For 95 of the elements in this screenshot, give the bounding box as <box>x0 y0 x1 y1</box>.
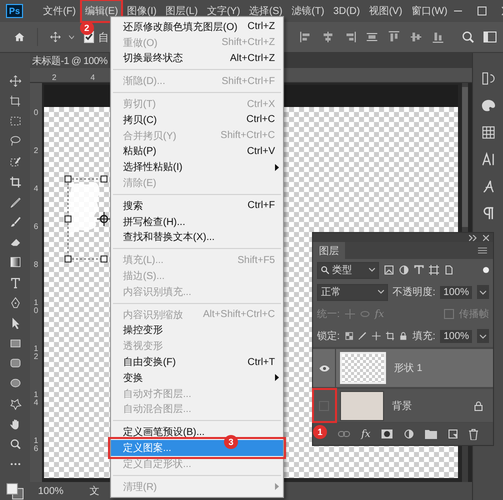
menu-bar-item[interactable]: 滤镜(T) <box>288 1 328 21</box>
menu-item[interactable]: 搜索 Ctrl+F <box>111 198 283 214</box>
shortcut-text: Shift+Ctrl+F <box>222 76 276 87</box>
ruler-number: 4 <box>33 185 39 193</box>
shortcut-text: Shift+Ctrl+Z <box>222 37 276 48</box>
shortcut-text: Shift+F5 <box>237 254 276 266</box>
search-icon[interactable] <box>461 30 475 44</box>
align-top-icon[interactable] <box>387 30 401 44</box>
new-layer-icon[interactable] <box>448 429 458 439</box>
layers-tab[interactable]: 图层 <box>313 242 345 259</box>
shortcut-text: Shift+Ctrl+C <box>220 130 276 142</box>
menu-item[interactable]: 拷贝(C) Ctrl+C <box>111 112 283 128</box>
adjustment-icon[interactable] <box>404 429 414 439</box>
filter-toggle[interactable] <box>483 267 489 273</box>
shortcut-text: Ctrl+Z <box>248 21 276 32</box>
ruler-number: 4 <box>90 73 95 82</box>
filter-dropdown[interactable]: 类型 <box>317 262 379 278</box>
checkbox[interactable] <box>444 309 454 319</box>
distribute-icon[interactable] <box>365 30 379 44</box>
mask-icon[interactable] <box>381 429 394 439</box>
shortcut-text: Ctrl+X <box>246 98 276 110</box>
document-info: 文 <box>90 484 100 498</box>
caret-icon <box>369 268 375 272</box>
search-icon <box>321 266 329 274</box>
menu-item[interactable]: 拼写检查(H)... <box>111 214 283 230</box>
layer-style-button[interactable]: fx <box>361 428 371 440</box>
menu-item[interactable]: 操控变形 <box>111 322 283 338</box>
lock-icon[interactable] <box>399 331 408 341</box>
app-logo: Ps <box>6 4 24 18</box>
collapse-icon[interactable] <box>469 234 477 240</box>
menu-bar-item[interactable]: 3D(D) <box>330 2 363 20</box>
menu-bar-item[interactable]: 窗口(W) <box>408 1 450 21</box>
workspace-icon[interactable] <box>483 30 499 44</box>
eye-icon[interactable] <box>318 364 330 372</box>
blend-mode-dropdown[interactable]: 正常 <box>317 284 388 300</box>
ruler-number: 0 <box>33 109 39 117</box>
scrollbar-thumb[interactable] <box>462 87 468 227</box>
fill-label: 填充: <box>412 330 436 343</box>
opacity-field[interactable]: 100% <box>440 286 472 298</box>
ruler-number: 2 <box>33 147 39 155</box>
opacity-caret-button[interactable] <box>477 285 489 299</box>
ruler-number: 16 <box>33 437 39 453</box>
ruler-number: 8 <box>33 261 39 269</box>
layer-thumbnail <box>340 352 386 384</box>
menu-item[interactable]: 自由变换(F) Ctrl+T <box>111 354 283 370</box>
shortcut-text: Ctrl+F <box>248 200 276 212</box>
shortcut-text: Alt+Shift+Ctrl+C <box>203 309 276 320</box>
caret-icon[interactable] <box>68 34 74 40</box>
ruler-number: 10 <box>33 299 39 315</box>
checker-icon[interactable] <box>344 331 354 341</box>
menu-item[interactable]: 选择性粘贴(I) <box>111 159 283 176</box>
lock-label: 锁定: <box>317 330 340 343</box>
folder-icon[interactable] <box>424 429 437 439</box>
step-badge: 3 <box>224 435 238 449</box>
link-icon[interactable] <box>338 430 350 438</box>
menu-item[interactable]: 切换最终状态 Alt+Ctrl+Z <box>111 50 283 66</box>
align-center-icon[interactable] <box>321 30 335 44</box>
menu-bar-item[interactable]: 文件(F) <box>40 1 79 21</box>
fill-field[interactable]: 100% <box>440 330 472 342</box>
brush-icon[interactable] <box>358 331 367 341</box>
shortcut-text: Ctrl+C <box>246 114 276 126</box>
ruler-number: 6 <box>33 223 39 231</box>
shortcut-text: Alt+Ctrl+Z <box>230 52 276 64</box>
menu-item[interactable]: 查找和替换文本(X)... <box>111 230 283 246</box>
shortcut-text: Ctrl+V <box>246 146 276 157</box>
fill-caret-button[interactable] <box>477 329 490 343</box>
document-tab[interactable]: 未标题-1 @ 100% <box>30 53 110 68</box>
ruler-number: 12 <box>33 345 39 361</box>
transform-icon[interactable] <box>429 265 439 275</box>
align-bottom-icon[interactable] <box>431 30 445 44</box>
close-icon[interactable] <box>483 234 489 240</box>
home-icon[interactable] <box>14 30 25 44</box>
ruler-number: 2 <box>52 73 56 82</box>
menu-item[interactable]: 粘贴(P) Ctrl+V <box>111 144 283 160</box>
type-icon[interactable] <box>414 265 424 275</box>
half-circle-icon[interactable] <box>399 265 409 275</box>
opacity-label: 不透明度: <box>392 286 436 299</box>
layer-row[interactable]: 形状 1 <box>313 349 493 387</box>
align-middle-icon[interactable] <box>409 30 423 44</box>
smart-object-icon[interactable] <box>444 265 454 275</box>
layer-thumbnail <box>340 390 384 420</box>
menu-item[interactable]: 变换 <box>111 370 283 386</box>
caret-icon <box>378 290 384 294</box>
trash-icon[interactable] <box>468 428 478 440</box>
menu-icon[interactable] <box>478 247 487 254</box>
lock-icon[interactable] <box>474 400 483 410</box>
ruler-number: 14 <box>33 391 39 407</box>
crop-icon[interactable] <box>386 331 394 341</box>
image-icon[interactable] <box>384 265 394 275</box>
maximize-icon[interactable] <box>477 6 488 16</box>
shortcut-text: Ctrl+T <box>248 356 276 368</box>
move-icon[interactable] <box>372 331 381 341</box>
zoom-level: 100% <box>38 486 64 496</box>
move-icon[interactable] <box>50 30 61 44</box>
menu-bar-item[interactable]: 视图(V) <box>366 1 406 21</box>
